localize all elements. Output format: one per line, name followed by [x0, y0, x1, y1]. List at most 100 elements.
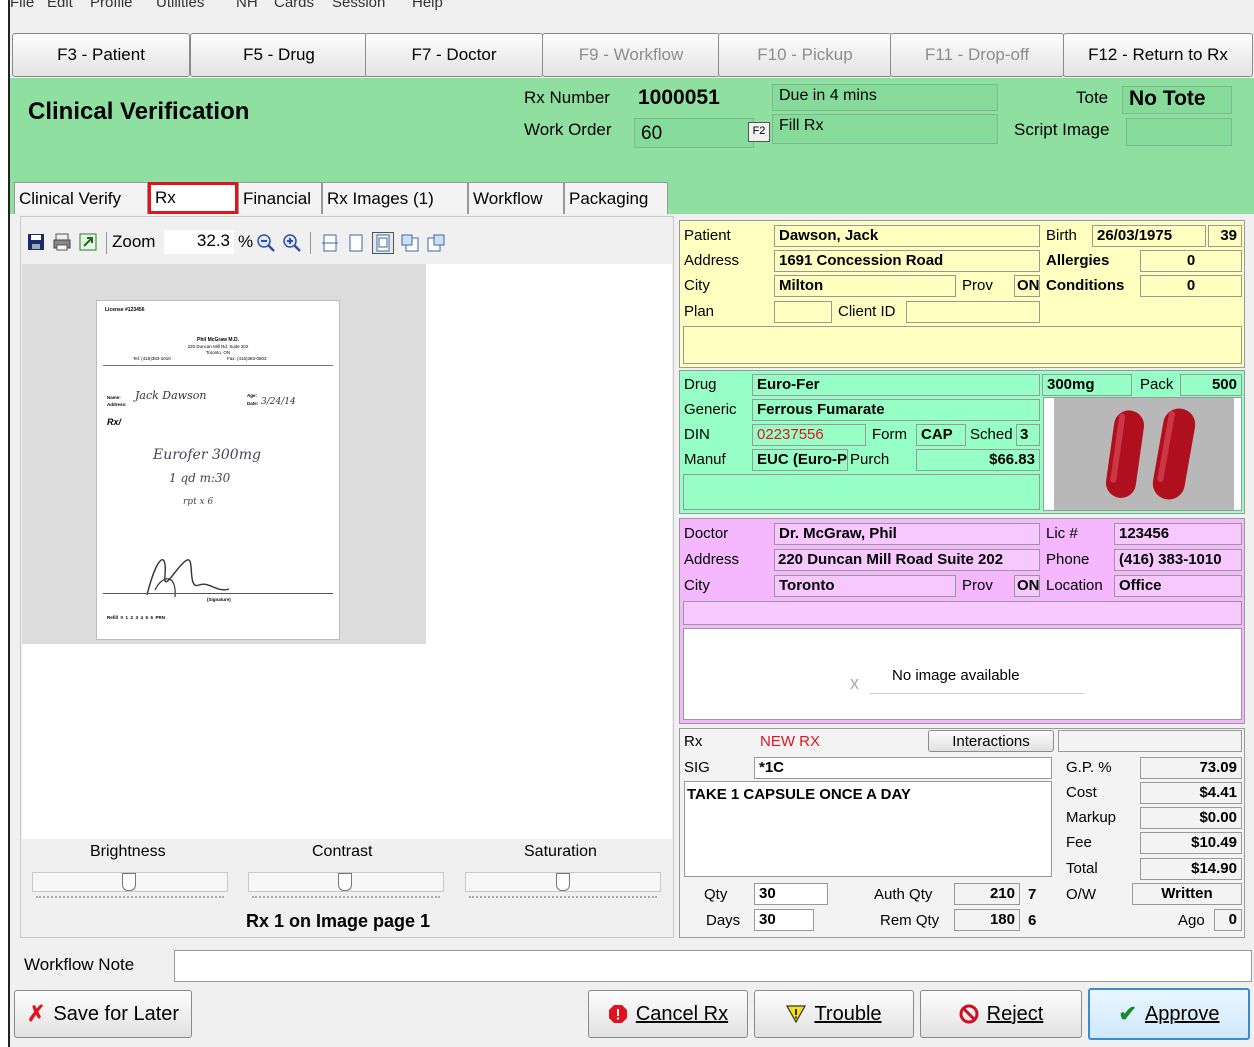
actual-size-icon[interactable] [372, 232, 394, 254]
function-key-toolbar: F3 - Patient F5 - Drug F7 - Doctor F9 - … [10, 33, 1254, 77]
due-status: Due in 4 mins [772, 84, 998, 111]
allergies-count[interactable]: 0 [1140, 250, 1242, 272]
trouble-button[interactable]: Trouble [754, 990, 914, 1038]
purchase-price: $66.83 [916, 449, 1040, 471]
tab-packaging[interactable]: Packaging [564, 182, 668, 214]
brightness-slider-thumb[interactable] [122, 873, 136, 891]
ow-label: O/W [1066, 886, 1096, 903]
zoom-label: Zoom [112, 232, 156, 251]
sig-label: SIG [684, 759, 710, 776]
doctor-button[interactable]: F7 - Doctor [365, 33, 543, 77]
tab-rx-images[interactable]: Rx Images (1) [322, 182, 468, 214]
menu-nh[interactable]: NH [236, 0, 258, 11]
days-input[interactable]: 30 [754, 909, 814, 931]
workflow-note-label: Workflow Note [24, 955, 135, 974]
sig-code-input[interactable]: *1C [754, 757, 1052, 779]
client-id-field [906, 301, 1040, 323]
rotate-left-icon[interactable] [400, 233, 420, 253]
save-icon[interactable] [26, 232, 46, 252]
scan-address-label: Address: [107, 402, 127, 407]
save-for-later-button[interactable]: ✗ Save for Later [14, 990, 192, 1038]
drop-off-button[interactable]: F11 - Drop-off [890, 33, 1064, 77]
interactions-button[interactable]: Interactions [928, 730, 1054, 752]
fit-width-icon[interactable] [320, 233, 340, 253]
qty-label: Qty [704, 886, 728, 903]
menu-session[interactable]: Session [332, 0, 385, 11]
markup-label: Markup [1066, 809, 1117, 826]
scan-directions-line: 1 qd m:30 [169, 471, 231, 485]
rx-status: NEW RX [760, 733, 820, 750]
patient-prov-label: Prov [962, 277, 993, 294]
scan-age-label: Age: [247, 393, 257, 398]
fit-page-icon[interactable] [346, 233, 366, 253]
rotate-right-icon[interactable] [426, 233, 446, 253]
fee-label: Fee [1066, 834, 1092, 851]
qty-input[interactable]: 30 [754, 883, 828, 905]
sig-text[interactable]: TAKE 1 CAPSULE ONCE A DAY [684, 781, 1052, 877]
menu-profile[interactable]: Profile [90, 0, 133, 11]
workflow-button[interactable]: F9 - Workflow [542, 33, 720, 77]
menu-cards[interactable]: Cards [274, 0, 314, 11]
scan-signature [146, 559, 230, 598]
doctor-name: Dr. McGraw, Phil [774, 523, 1040, 545]
location-label: Location [1046, 577, 1103, 594]
auth-qty-value: 210 [954, 883, 1020, 905]
print-icon[interactable] [52, 232, 72, 252]
menu-edit[interactable]: Edit [47, 0, 73, 11]
zoom-out-icon[interactable] [256, 233, 276, 253]
allergies-label: Allergies [1046, 252, 1110, 269]
scan-drug-line: Eurofer 300mg [153, 447, 261, 463]
saturation-slider-thumb[interactable] [556, 873, 570, 891]
workflow-note-input[interactable] [174, 950, 1252, 982]
patient-address: 1691 Concession Road [774, 250, 1040, 272]
reject-label: Reject [986, 1002, 1044, 1025]
page-title: Clinical Verification [28, 98, 250, 125]
scan-signature-rule [103, 593, 333, 594]
scan-rule [103, 365, 333, 366]
tab-financial[interactable]: Financial [238, 182, 322, 214]
trouble-label: Trouble [814, 1002, 882, 1025]
contrast-slider-thumb[interactable] [338, 873, 352, 891]
doctor-image-area: x No image available [683, 628, 1242, 720]
doctor-phone: (416) 383-1010 [1114, 549, 1242, 571]
total-value: $14.90 [1140, 858, 1242, 880]
pickup-button[interactable]: F10 - Pickup [718, 33, 892, 77]
zoom-in-icon[interactable] [282, 233, 302, 253]
verification-header: Clinical Verification Rx Number 1000051 … [10, 78, 1254, 182]
menu-file[interactable]: File [10, 0, 34, 11]
doctor-city-label: City [684, 577, 710, 594]
stop-icon [608, 1005, 627, 1023]
reject-button[interactable]: Reject [920, 990, 1082, 1038]
doctor-address-label: Address [684, 551, 740, 568]
tab-workflow[interactable]: Workflow [468, 182, 564, 214]
tab-rx[interactable]: Rx [148, 182, 238, 214]
doctor-location: Office [1114, 575, 1242, 597]
conditions-count[interactable]: 0 [1140, 275, 1242, 297]
patient-label: Patient [684, 227, 731, 244]
drug-photo [1043, 397, 1242, 511]
cancel-rx-button[interactable]: Cancel Rx [588, 990, 748, 1038]
warning-icon [786, 1005, 807, 1024]
f2-key-button[interactable]: F2 [748, 122, 770, 142]
approve-button[interactable]: ✔ Approve [1088, 988, 1250, 1040]
auth-qty-label: Auth Qty [874, 886, 933, 903]
scan-tel: Tel: (416)383-1010 [133, 356, 171, 361]
menu-help[interactable]: Help [412, 0, 443, 11]
drug-button[interactable]: F5 - Drug [190, 33, 368, 77]
script-image-field [1126, 118, 1232, 146]
drug-notes [683, 474, 1040, 510]
scan-date: 3/24/14 [261, 397, 296, 407]
rem-qty-label: Rem Qty [880, 912, 940, 929]
return-to-rx-button[interactable]: F12 - Return to Rx [1063, 33, 1253, 77]
din-number: 02237556 [752, 424, 866, 446]
work-order-field[interactable]: 60 [634, 118, 754, 148]
doctor-notes [683, 601, 1242, 625]
broken-image-icon: x [850, 673, 859, 693]
patient-notes [683, 326, 1242, 364]
generic-name: Ferrous Fumarate [752, 399, 1040, 421]
zoom-input[interactable]: 32.3 [164, 230, 234, 254]
tab-clinical-verify[interactable]: Clinical Verify [14, 182, 148, 214]
export-icon[interactable] [78, 232, 98, 252]
menu-utilities[interactable]: Utilities [156, 0, 204, 11]
patient-button[interactable]: F3 - Patient [12, 33, 190, 77]
